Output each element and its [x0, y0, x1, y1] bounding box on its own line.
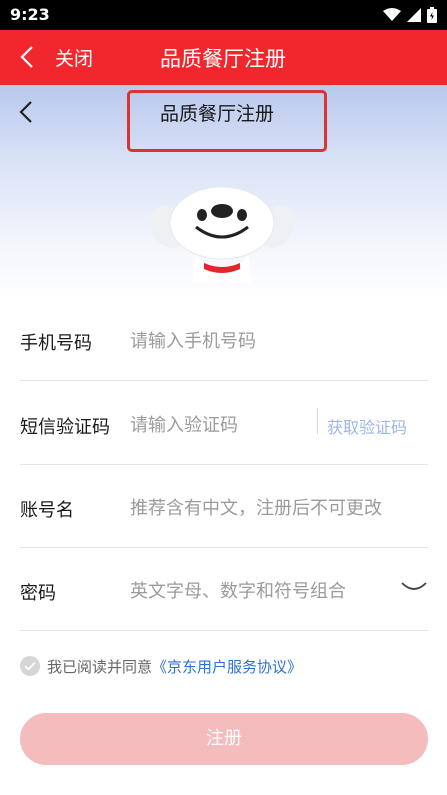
phone-input[interactable]: 请输入手机号码 [130, 327, 256, 353]
check-icon [24, 661, 36, 671]
phone-row: 手机号码 请输入手机号码 [20, 297, 428, 381]
hidden-eye-icon[interactable] [400, 577, 428, 597]
account-row: 账号名 推荐含有中文，注册后不可更改 [20, 464, 428, 548]
agreement-checkbox[interactable] [20, 656, 40, 676]
back-arrow-icon[interactable] [14, 97, 40, 127]
phone-label: 手机号码 [20, 333, 92, 354]
sms-code-input[interactable]: 请输入验证码 [130, 411, 238, 437]
signal-icon [407, 8, 421, 22]
header-title: 品质餐厅注册 [160, 47, 286, 71]
agreement-link[interactable]: 《京东用户服务协议》 [152, 656, 302, 677]
status-time: 9:23 [10, 5, 50, 24]
status-bar: 9:23 [0, 0, 447, 30]
highlight-box [127, 90, 327, 152]
register-button[interactable]: 注册 [20, 713, 428, 765]
status-icons [383, 5, 437, 25]
account-label: 账号名 [20, 500, 74, 521]
password-input[interactable]: 英文字母、数字和符号组合 [130, 577, 346, 603]
back-arrow-icon[interactable] [14, 42, 42, 72]
password-label: 密码 [20, 583, 56, 604]
sms-code-label: 短信验证码 [20, 417, 110, 438]
hero-area: 品质餐厅注册 [0, 85, 447, 300]
agreement: 我已阅读并同意 《京东用户服务协议》 [20, 655, 302, 677]
wifi-icon [383, 8, 401, 21]
close-button[interactable]: 关闭 [55, 44, 93, 71]
sms-code-row: 短信验证码 请输入验证码 获取验证码 [20, 381, 428, 465]
page: 9:23 关闭 品质餐厅注册 品质餐厅注册 手机号码 请输入手机号码 短信验证码… [0, 0, 447, 795]
battery-icon [427, 7, 437, 23]
joy-dog-mascot-icon [150, 186, 295, 283]
agreement-text: 我已阅读并同意 [47, 657, 153, 676]
divider [317, 408, 318, 434]
get-code-button[interactable]: 获取验证码 [327, 414, 407, 438]
app-header: 关闭 品质餐厅注册 [0, 30, 447, 85]
password-row: 密码 英文字母、数字和符号组合 [20, 547, 428, 631]
account-input[interactable]: 推荐含有中文，注册后不可更改 [130, 494, 382, 520]
